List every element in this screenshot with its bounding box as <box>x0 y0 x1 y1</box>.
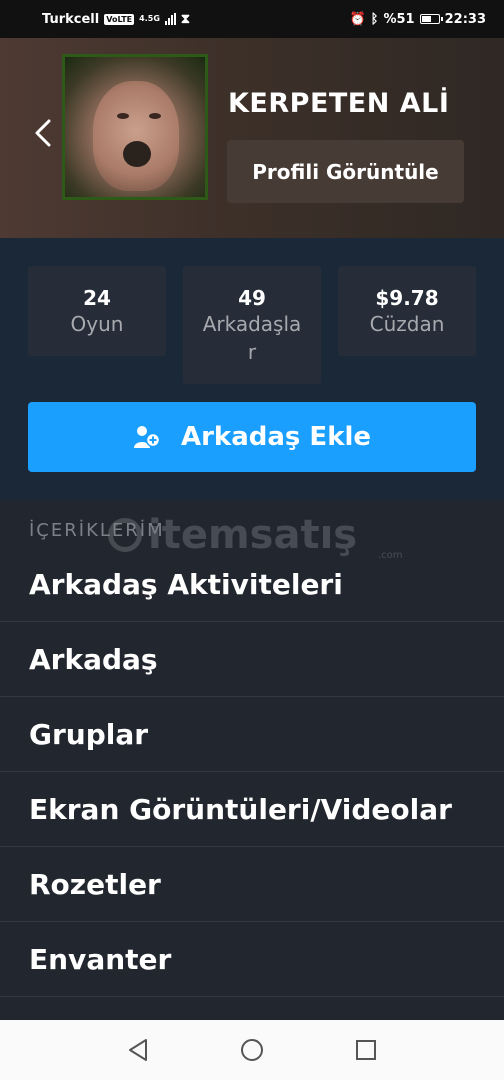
profile-header: KERPETEN ALİ Profili Görüntüle <box>0 38 504 238</box>
status-bar: Turkcell VoLTE 4.5G ⧗ ⏰ ᛒ %51 22:33 <box>0 0 504 38</box>
avatar-spider <box>123 141 151 167</box>
battery-icon <box>419 14 443 24</box>
nav-recents-button[interactable] <box>349 1033 383 1067</box>
square-recents-icon <box>356 1040 376 1060</box>
circle-home-icon <box>241 1039 263 1061</box>
alarm-icon: ⏰ <box>349 11 366 27</box>
add-friend-label: Arkadaş Ekle <box>180 422 372 452</box>
menu-item-friends[interactable]: Arkadaş <box>0 622 504 697</box>
avatar[interactable] <box>62 54 208 200</box>
stat-wallet-value: $9.78 <box>375 286 439 310</box>
signal-icon <box>164 13 176 25</box>
menu-item-groups[interactable]: Gruplar <box>0 697 504 772</box>
stats-area: 24 Oyun 49 Arkadaşla r $9.78 Cüzdan Arka… <box>0 238 504 500</box>
avatar-eye-right <box>149 113 161 119</box>
add-user-icon <box>133 426 161 448</box>
avatar-face <box>93 81 179 191</box>
bluetooth-icon: ᛒ <box>370 11 379 27</box>
stat-friends-value: 49 <box>238 286 266 310</box>
section-title: İÇERİKLERİM <box>29 520 165 541</box>
stat-friends-label: Arkadaşla r <box>202 312 302 364</box>
add-friend-button[interactable]: Arkadaş Ekle <box>28 402 476 472</box>
hourglass-icon: ⧗ <box>180 11 191 27</box>
stat-wallet-label: Cüzdan <box>369 312 445 336</box>
status-left: Turkcell VoLTE 4.5G ⧗ <box>42 12 190 27</box>
avatar-eye-left <box>117 113 129 119</box>
stat-games-label: Oyun <box>70 312 124 336</box>
stat-games[interactable]: 24 Oyun <box>28 266 166 356</box>
status-right: ⏰ ᛒ %51 22:33 <box>349 12 486 27</box>
content-list: itemsatış .com İÇERİKLERİM Arkadaş Aktiv… <box>0 500 504 1020</box>
carrier-name: Turkcell <box>42 11 100 27</box>
triangle-back-icon <box>129 1039 147 1061</box>
chevron-left-icon <box>35 119 51 147</box>
clock: 22:33 <box>444 11 486 27</box>
volte-badge: VoLTE <box>104 13 135 25</box>
stat-friends[interactable]: 49 Arkadaşla r <box>183 266 321 384</box>
menu-item-friend-activity[interactable]: Arkadaş Aktiviteleri <box>0 547 504 622</box>
menu-item-screenshots[interactable]: Ekran Görüntüleri/Videolar <box>0 772 504 847</box>
network-type: 4.5G <box>139 14 160 23</box>
nav-bar <box>0 1020 504 1080</box>
menu-item-badges[interactable]: Rozetler <box>0 847 504 922</box>
battery-percent: %51 <box>383 11 415 27</box>
nav-back-button[interactable] <box>121 1033 155 1067</box>
stat-wallet[interactable]: $9.78 Cüzdan <box>338 266 476 356</box>
nav-home-button[interactable] <box>235 1033 269 1067</box>
view-profile-button[interactable]: Profili Görüntüle <box>227 140 464 203</box>
stat-games-value: 24 <box>83 286 111 310</box>
profile-name: KERPETEN ALİ <box>228 88 450 119</box>
menu-item-inventory[interactable]: Envanter <box>0 922 504 997</box>
back-button[interactable] <box>28 116 58 150</box>
